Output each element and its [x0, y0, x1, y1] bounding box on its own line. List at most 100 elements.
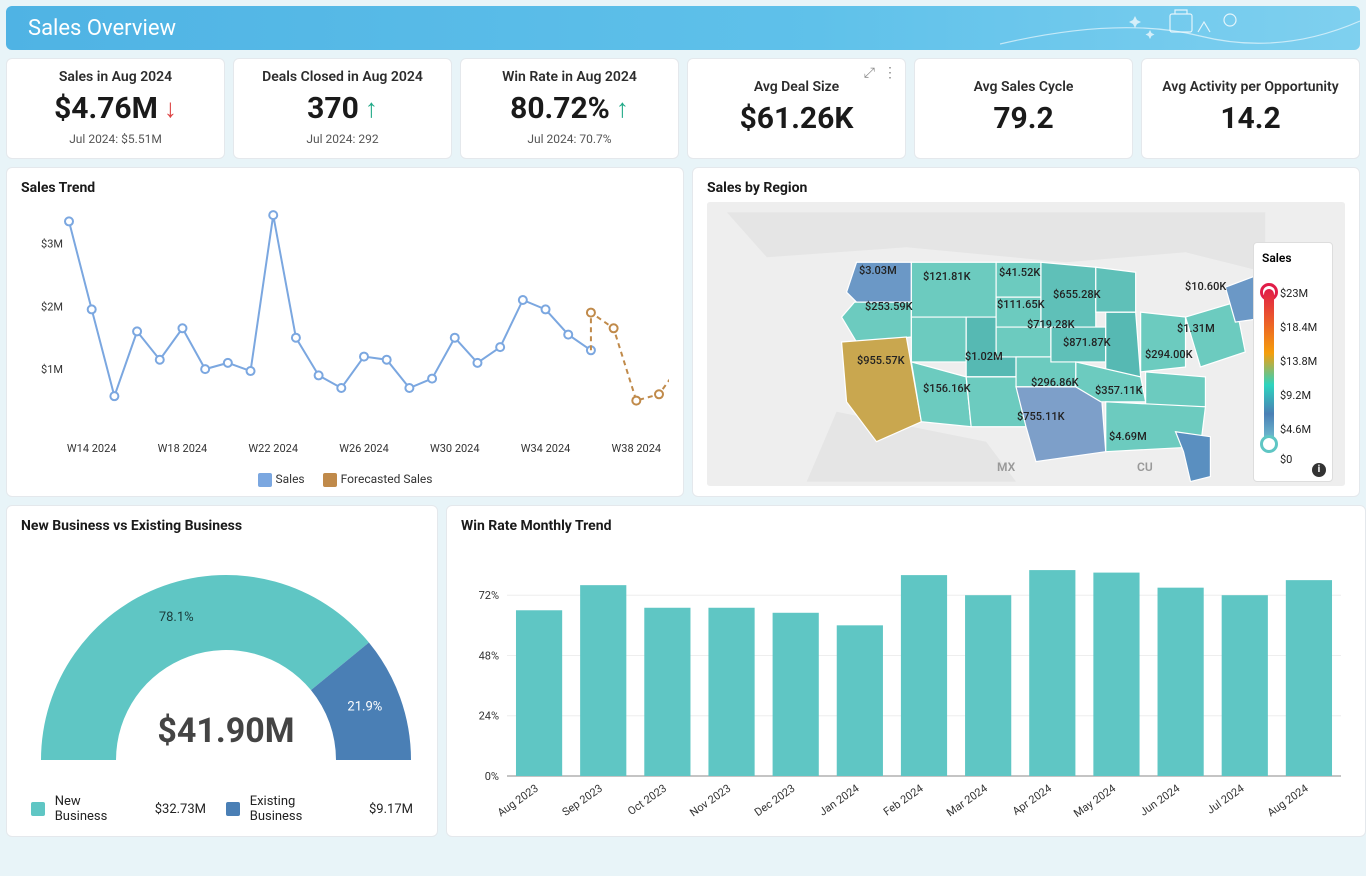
kpi-value: $4.76M — [54, 91, 158, 126]
map-val-fl: $4.69M — [1109, 430, 1147, 443]
kpi-title: Win Rate in Aug 2024 — [502, 69, 637, 85]
legend-sales[interactable]: Sales — [276, 472, 305, 486]
svg-text:$2M: $2M — [41, 300, 63, 313]
page-title: Sales Overview — [28, 16, 176, 41]
kpi-sub: Jul 2024: $5.51M — [69, 132, 162, 146]
map-val-mt: $121.81K — [923, 270, 971, 283]
svg-text:21.9%: 21.9% — [347, 699, 382, 714]
more-icon[interactable]: ⋮ — [883, 65, 897, 81]
svg-text:48%: 48% — [479, 649, 499, 662]
svg-text:May 2024: May 2024 — [1071, 782, 1118, 820]
svg-text:Aug 2024: Aug 2024 — [1265, 782, 1311, 820]
trend-up-icon: ↑ — [365, 93, 378, 124]
svg-text:$3M: $3M — [41, 237, 63, 250]
kpi-title: Deals Closed in Aug 2024 — [262, 69, 423, 85]
kpi-activity[interactable]: Avg Activity per Opportunity 14.2 — [1141, 58, 1360, 159]
panel-title: Win Rate Monthly Trend — [461, 518, 1351, 534]
country-cu: CU — [1137, 460, 1153, 474]
gauge-container: 78.1% 21.9% $41.90M — [21, 540, 423, 794]
legend-existing[interactable]: Existing Business — [250, 794, 349, 824]
legend-tick: $4.6M — [1280, 423, 1311, 436]
kpi-sub: Jul 2024: 292 — [306, 132, 378, 146]
svg-text:Aug 2023: Aug 2023 — [495, 782, 541, 820]
svg-text:Oct 2023: Oct 2023 — [625, 782, 669, 818]
legend-existing-val: $9.17M — [369, 802, 413, 817]
kpi-row: Sales in Aug 2024 $4.76M↓ Jul 2024: $5.5… — [6, 58, 1360, 159]
svg-text:24%: 24% — [479, 710, 499, 723]
legend-new[interactable]: New Business — [55, 794, 135, 824]
expand-icon[interactable]: ⤢ — [864, 65, 875, 81]
kpi-cycle[interactable]: Avg Sales Cycle 79.2 — [914, 58, 1133, 159]
svg-text:Sep 2023: Sep 2023 — [560, 782, 605, 819]
win-rate-bar-chart: 0%24%48%72%Aug 2023Sep 2023Oct 2023Nov 2… — [461, 540, 1351, 832]
legend-tick: $9.2M — [1280, 389, 1311, 402]
panel-title: Sales by Region — [707, 180, 1345, 196]
legend-min-dot — [1260, 435, 1278, 453]
kpi-dealsize[interactable]: ⤢ ⋮ Avg Deal Size $61.26K — [687, 58, 906, 159]
kpi-value: 80.72% — [510, 91, 610, 126]
page-header: Sales Overview — [6, 6, 1360, 50]
panel-win-rate-trend[interactable]: Win Rate Monthly Trend 0%24%48%72%Aug 20… — [446, 505, 1366, 837]
map-val-ks: $296.86K — [1031, 376, 1079, 389]
kpi-value: 79.2 — [993, 101, 1053, 136]
svg-text:78.1%: 78.1% — [159, 610, 194, 625]
map-val-ia: $719.28K — [1027, 318, 1075, 331]
panel-title: New Business vs Existing Business — [21, 518, 423, 534]
svg-text:Dec 2023: Dec 2023 — [752, 782, 797, 819]
legend-title: Sales — [1262, 251, 1324, 265]
gauge-chart: 78.1% 21.9% $41.90M — [21, 540, 431, 790]
map-val-tx: $755.11K — [1017, 410, 1065, 423]
info-icon[interactable]: i — [1312, 463, 1326, 477]
svg-text:W30 2024: W30 2024 — [430, 442, 480, 455]
map-container: $3.03M $121.81K $41.52K $655.28K $10.60K… — [707, 202, 1345, 486]
svg-text:Feb 2024: Feb 2024 — [881, 782, 926, 819]
map-val-oh: $294.00K — [1145, 348, 1193, 361]
map-legend: Sales $23M $18.4M $13.8M $9.2M $4.6M $0 … — [1253, 242, 1333, 482]
legend-tick: $13.8M — [1280, 355, 1317, 368]
legend-gradient — [1264, 289, 1274, 449]
trend-up-icon: ↑ — [616, 93, 629, 124]
kpi-value: 370 — [307, 91, 359, 126]
map-val-ca: $955.57K — [857, 354, 905, 367]
kpi-sub: Jul 2024: 70.7% — [527, 132, 611, 146]
sales-trend-chart: $1M$2M$3MW14 2024W18 2024W22 2024W26 202… — [21, 202, 669, 462]
legend-new-val: $32.73M — [155, 802, 206, 817]
svg-text:$41.90M: $41.90M — [157, 711, 294, 751]
svg-text:W34 2024: W34 2024 — [521, 442, 571, 455]
kpi-title: Sales in Aug 2024 — [59, 69, 172, 85]
map-val-wa: $3.03M — [859, 264, 897, 277]
kpi-winrate[interactable]: Win Rate in Aug 2024 80.72%↑ Jul 2024: 7… — [460, 58, 679, 159]
kpi-sales[interactable]: Sales in Aug 2024 $4.76M↓ Jul 2024: $5.5… — [6, 58, 225, 159]
map-val-mn: $655.28K — [1053, 288, 1101, 301]
map-val-tn: $357.11K — [1095, 384, 1143, 397]
panel-title: Sales Trend — [21, 180, 669, 196]
panel-sales-region[interactable]: Sales by Region — [692, 167, 1360, 497]
map-val-az: $156.16K — [923, 382, 971, 395]
map-val-ut: $1.02M — [965, 350, 1003, 363]
map-val-nd: $41.52K — [999, 266, 1040, 279]
panel-new-vs-existing[interactable]: New Business vs Existing Business 78.1% 2… — [6, 505, 438, 837]
svg-text:Nov 2023: Nov 2023 — [687, 782, 733, 820]
svg-text:Apr 2024: Apr 2024 — [1010, 782, 1054, 818]
svg-text:Mar 2024: Mar 2024 — [944, 782, 990, 819]
gauge-legend: New Business $32.73M Existing Business $… — [21, 794, 423, 834]
svg-text:W38 2024: W38 2024 — [612, 442, 662, 455]
panel-sales-trend[interactable]: Sales Trend $1M$2M$3MW14 2024W18 2024W22… — [6, 167, 684, 497]
svg-text:W14 2024: W14 2024 — [67, 442, 117, 455]
kpi-title: Avg Activity per Opportunity — [1162, 79, 1338, 95]
header-decoration — [1000, 6, 1360, 50]
map-val-il: $871.87K — [1063, 336, 1111, 349]
legend-forecast[interactable]: Forecasted Sales — [341, 472, 433, 486]
kpi-deals[interactable]: Deals Closed in Aug 2024 370↑ Jul 2024: … — [233, 58, 452, 159]
kpi-title: Avg Deal Size — [754, 79, 839, 95]
svg-text:W18 2024: W18 2024 — [158, 442, 208, 455]
svg-text:Jan 2024: Jan 2024 — [817, 782, 862, 819]
map-val-me: $10.60K — [1185, 280, 1226, 293]
svg-text:Jun 2024: Jun 2024 — [1137, 782, 1182, 819]
map-val-ny: $1.31M — [1177, 322, 1215, 335]
legend-tick: $18.4M — [1280, 321, 1317, 334]
trend-down-icon: ↓ — [164, 93, 177, 124]
trend-legend: Sales Forecasted Sales — [21, 472, 669, 487]
svg-text:72%: 72% — [479, 589, 499, 602]
svg-text:W22 2024: W22 2024 — [248, 442, 298, 455]
